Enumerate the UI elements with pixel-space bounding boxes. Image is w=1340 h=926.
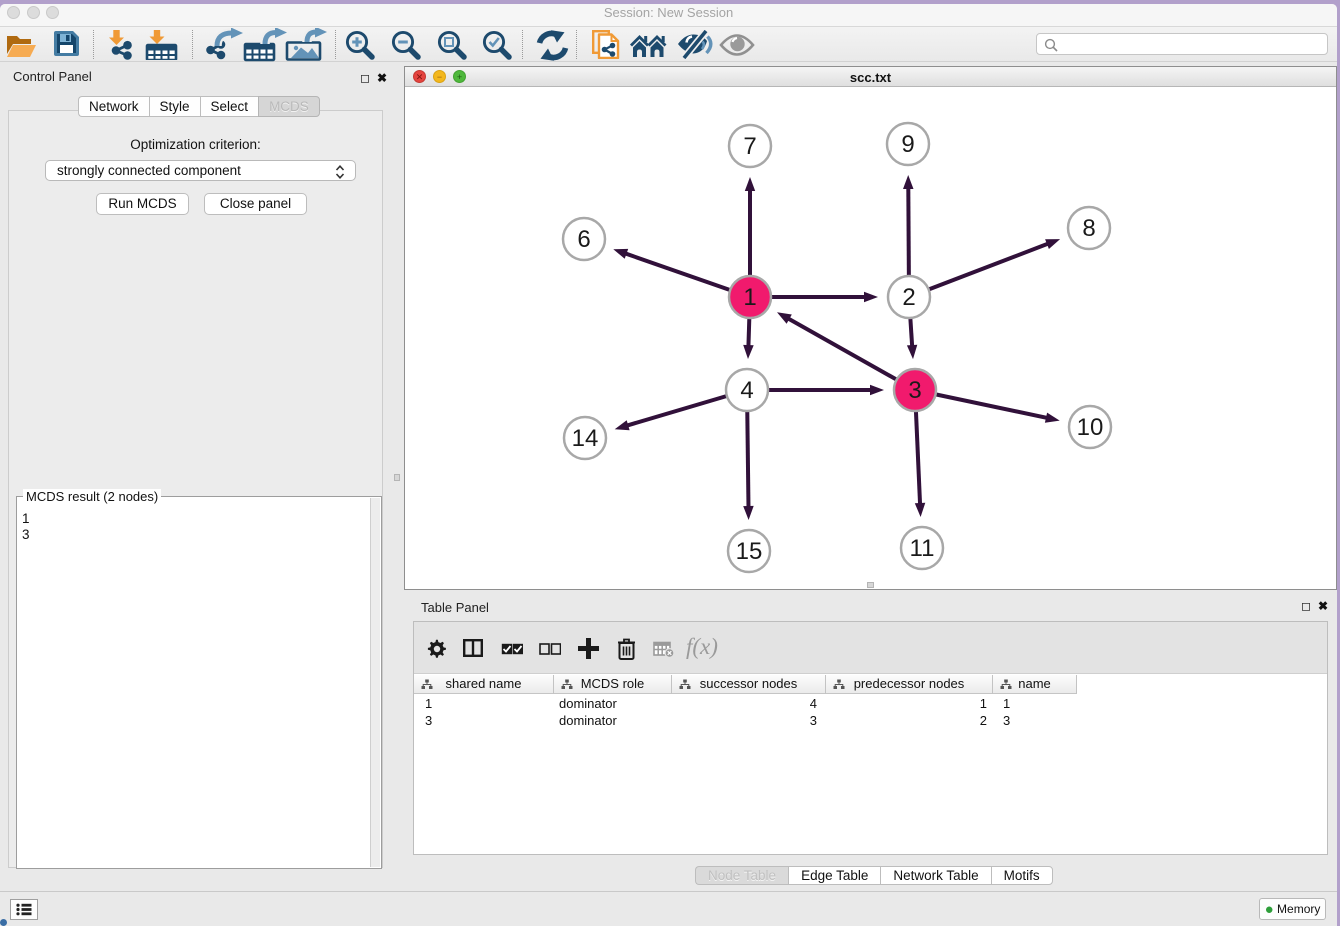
svg-text:9: 9 [901, 131, 914, 158]
svg-text:2: 2 [902, 284, 915, 311]
svg-text:14: 14 [572, 425, 599, 452]
svg-text:11: 11 [910, 535, 935, 562]
svg-text:10: 10 [1077, 414, 1104, 441]
svg-text:1: 1 [743, 284, 756, 311]
svg-text:3: 3 [908, 377, 921, 404]
svg-text:7: 7 [743, 133, 756, 160]
svg-text:8: 8 [1082, 215, 1095, 242]
svg-text:15: 15 [736, 538, 763, 565]
svg-text:4: 4 [740, 377, 753, 404]
svg-text:6: 6 [577, 226, 590, 253]
